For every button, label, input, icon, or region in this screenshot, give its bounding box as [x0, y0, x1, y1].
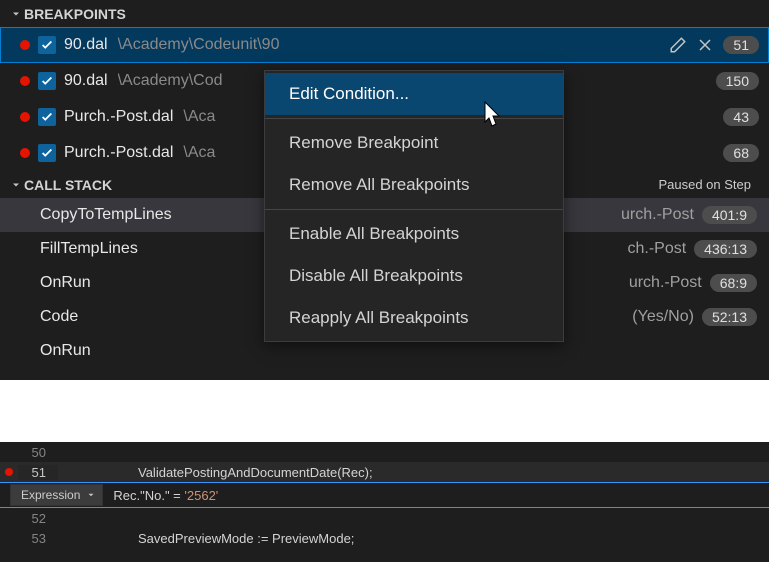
- menu-item[interactable]: Reapply All Breakpoints: [265, 297, 563, 339]
- code-text: ValidatePostingAndDocumentDate(Rec);: [58, 465, 373, 480]
- code-text: SavedPreviewMode := PreviewMode;: [58, 531, 354, 546]
- frame-position-badge: 52:13: [702, 308, 757, 326]
- breakpoint-dot-icon: [20, 112, 30, 122]
- breakpoint-line-badge: 68: [723, 144, 759, 162]
- frame-position-badge: 401:9: [702, 206, 757, 224]
- menu-item[interactable]: Disable All Breakpoints: [265, 255, 563, 297]
- breakpoint-filename: 90.dal: [64, 72, 108, 90]
- edit-breakpoint-icon[interactable]: [669, 36, 687, 54]
- breakpoint-path: \Academy\Codeunit\90: [118, 36, 670, 54]
- breakpoint-dot-icon: [20, 40, 30, 50]
- menu-item[interactable]: Remove Breakpoint: [265, 122, 563, 164]
- callstack-title: CALL STACK: [24, 177, 112, 193]
- breakpoint-row[interactable]: 90.dal \Academy\Codeunit\90 51: [0, 27, 769, 63]
- line-number: 50: [18, 445, 58, 460]
- frame-name: OnRun: [40, 342, 91, 360]
- breakpoint-checkbox[interactable]: [38, 72, 56, 90]
- breakpoint-filename: Purch.-Post.dal: [64, 108, 173, 126]
- frame-location: urch.-Post: [621, 206, 694, 224]
- chevron-down-icon: [8, 179, 24, 191]
- breakpoint-dot-icon: [20, 76, 30, 86]
- breakpoint-line-badge: 150: [716, 72, 759, 90]
- breakpoint-line-badge: 43: [723, 108, 759, 126]
- frame-name: CopyToTempLines: [40, 206, 172, 224]
- condition-expression-input[interactable]: Rec."No." = '2562': [113, 488, 218, 503]
- breakpoints-header[interactable]: BREAKPOINTS: [0, 0, 769, 27]
- frame-name: OnRun: [40, 274, 91, 292]
- menu-item[interactable]: Remove All Breakpoints: [265, 164, 563, 206]
- remove-breakpoint-icon[interactable]: [697, 37, 713, 53]
- frame-name: Code: [40, 308, 78, 326]
- menu-separator: [265, 118, 563, 119]
- frame-location: ch.-Post: [627, 240, 686, 258]
- editor-line[interactable]: 50: [0, 442, 769, 462]
- line-number: 52: [18, 511, 58, 526]
- breakpoint-dot-icon: [5, 468, 13, 476]
- menu-item[interactable]: Enable All Breakpoints: [265, 213, 563, 255]
- breakpoint-checkbox[interactable]: [38, 144, 56, 162]
- frame-position-badge: 436:13: [694, 240, 757, 258]
- breakpoint-filename: 90.dal: [64, 36, 108, 54]
- callstack-status: Paused on Step: [658, 177, 761, 192]
- editor-line[interactable]: 52: [0, 508, 769, 528]
- line-number: 53: [18, 531, 58, 546]
- frame-position-badge: 68:9: [710, 274, 757, 292]
- breakpoint-condition-row: Expression Rec."No." = '2562': [0, 482, 769, 508]
- frame-name: FillTempLines: [40, 240, 138, 258]
- dropdown-label: Expression: [21, 488, 80, 502]
- menu-separator: [265, 209, 563, 210]
- frame-location: urch.-Post: [629, 274, 702, 292]
- chevron-down-icon: [8, 8, 24, 20]
- menu-item[interactable]: Edit Condition...: [265, 73, 563, 115]
- condition-type-dropdown[interactable]: Expression: [10, 484, 103, 506]
- breakpoint-checkbox[interactable]: [38, 36, 56, 54]
- line-number: 51: [18, 465, 58, 480]
- breakpoints-title: BREAKPOINTS: [24, 6, 126, 22]
- editor-line[interactable]: 53SavedPreviewMode := PreviewMode;: [0, 528, 769, 548]
- breakpoint-context-menu: Edit Condition... Remove BreakpointRemove…: [264, 70, 564, 342]
- breakpoint-dot-icon: [20, 148, 30, 158]
- editor-line[interactable]: 51ValidatePostingAndDocumentDate(Rec);: [0, 462, 769, 482]
- editor-panel: 50 51ValidatePostingAndDocumentDate(Rec);…: [0, 442, 769, 562]
- frame-location: (Yes/No): [632, 308, 694, 326]
- chevron-down-icon: [86, 490, 96, 500]
- breakpoint-checkbox[interactable]: [38, 108, 56, 126]
- breakpoint-line-badge: 51: [723, 36, 759, 54]
- gutter-breakpoint[interactable]: [0, 468, 18, 476]
- breakpoint-filename: Purch.-Post.dal: [64, 144, 173, 162]
